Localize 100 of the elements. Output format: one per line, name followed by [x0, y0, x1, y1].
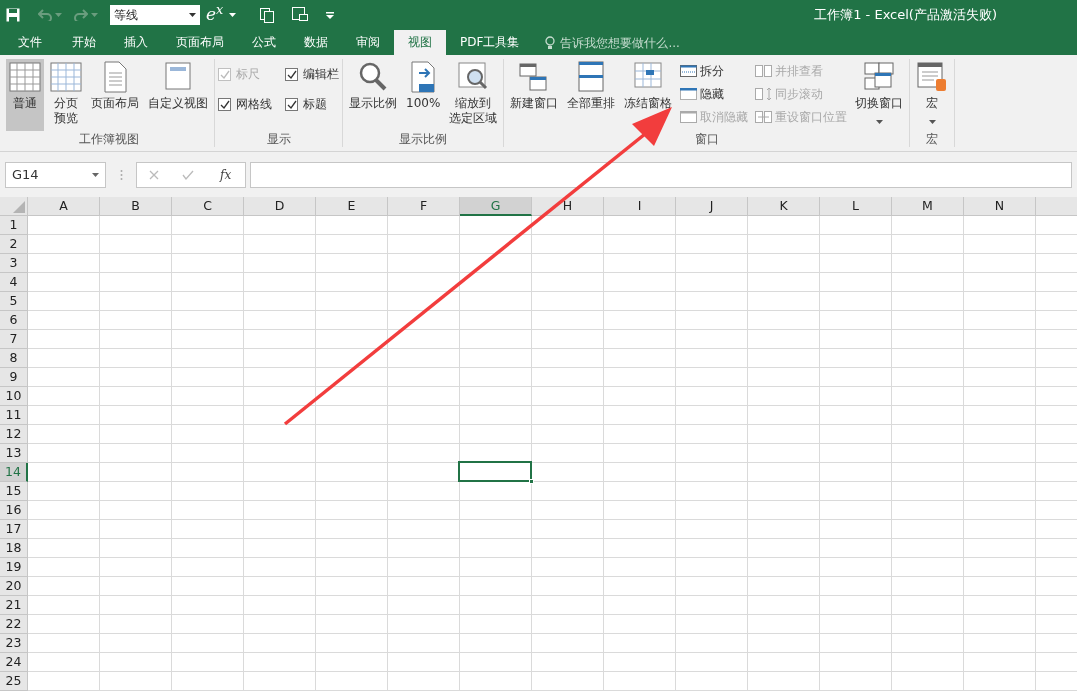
row-header[interactable]: 25 [0, 672, 28, 691]
row-header[interactable]: 8 [0, 349, 28, 368]
column-header[interactable]: M [892, 197, 964, 216]
group-label: 显示 [265, 131, 292, 147]
row-header[interactable]: 21 [0, 596, 28, 615]
ribbon-button[interactable]: 拆分 [678, 59, 751, 82]
customize-caret-icon[interactable] [326, 11, 335, 19]
column-header[interactable]: H [532, 197, 604, 216]
checkmark-icon [286, 99, 297, 109]
row-header[interactable]: 14 [0, 463, 28, 482]
name-box[interactable]: G14 [5, 161, 106, 188]
macro-icon [916, 61, 949, 93]
cell-grid[interactable] [28, 216, 1077, 691]
ribbon-tab[interactable]: 开始 [58, 30, 110, 55]
checkbox[interactable]: 网格线 [218, 89, 272, 119]
select-all-icon[interactable] [13, 201, 25, 213]
save-icon[interactable] [6, 8, 20, 22]
column-header[interactable]: D [244, 197, 316, 216]
row-header[interactable]: 11 [0, 406, 28, 425]
column-header[interactable]: F [388, 197, 460, 216]
row-header[interactable]: 18 [0, 539, 28, 558]
row-header[interactable]: 24 [0, 653, 28, 672]
row-header[interactable]: 4 [0, 273, 28, 292]
row-header[interactable]: 15 [0, 482, 28, 501]
formula-input[interactable] [250, 161, 1072, 188]
checkmark-icon [219, 99, 230, 109]
hide-icon [680, 87, 698, 100]
row-header[interactable]: 19 [0, 558, 28, 577]
ribbon-button[interactable]: 宏 [913, 59, 952, 131]
screen-icon[interactable] [292, 7, 309, 23]
column-header[interactable]: J [676, 197, 748, 216]
ribbon-tab[interactable]: PDF工具集 [446, 30, 534, 55]
row-header[interactable]: 2 [0, 235, 28, 254]
ribbon-button[interactable]: 分页 预览 [47, 59, 85, 131]
column-header[interactable]: G [460, 197, 532, 216]
row-header[interactable]: 20 [0, 577, 28, 596]
ribbon-button[interactable]: 自定义视图 [145, 59, 211, 131]
row-header[interactable]: 13 [0, 444, 28, 463]
row-header[interactable]: 9 [0, 368, 28, 387]
row-header[interactable]: 3 [0, 254, 28, 273]
ribbon-tab[interactable]: 审阅 [342, 30, 394, 55]
row-header[interactable]: 22 [0, 615, 28, 634]
lightbulb-icon [545, 35, 556, 50]
column-header[interactable]: E [316, 197, 388, 216]
fill-handle[interactable] [529, 479, 534, 484]
selected-cell[interactable] [458, 461, 532, 482]
caret-icon [55, 13, 62, 17]
row-header[interactable]: 10 [0, 387, 28, 406]
ribbon-button[interactable]: 普通 [6, 59, 44, 131]
row-header[interactable]: 17 [0, 520, 28, 539]
ribbon-button[interactable]: 隐藏 [678, 82, 751, 105]
row-header[interactable]: 23 [0, 634, 28, 653]
checkmark-icon [219, 69, 230, 79]
ribbon-button[interactable]: 100% [403, 59, 444, 131]
ribbon-tab[interactable]: 插入 [110, 30, 162, 55]
magnifier-icon [357, 61, 389, 93]
ribbon-tab[interactable]: 公式 [238, 30, 290, 55]
row-header[interactable]: 12 [0, 425, 28, 444]
group-label: 工作簿视图 [77, 131, 140, 147]
ribbon-button[interactable]: 切换窗口 [852, 59, 907, 131]
custom-view-icon [162, 61, 194, 93]
row-header[interactable]: 5 [0, 292, 28, 311]
ribbon-button[interactable]: 显示比例 [346, 59, 400, 131]
column-header[interactable]: A [28, 197, 100, 216]
ribbon-tab[interactable]: 文件 [2, 30, 58, 55]
unhide-icon [680, 110, 698, 123]
grip-icon [119, 168, 123, 181]
ribbon-button[interactable]: 缩放到 选定区域 [446, 59, 501, 131]
caret-icon [189, 13, 196, 17]
checkbox[interactable]: 标题 [285, 89, 339, 119]
caret-icon [92, 172, 99, 177]
row-header[interactable]: 6 [0, 311, 28, 330]
ribbon-button[interactable]: 全部重排 [564, 59, 619, 131]
copy-icon[interactable] [260, 7, 275, 23]
ribbon-button[interactable]: 新建窗口 [507, 59, 562, 131]
row-header[interactable]: 16 [0, 501, 28, 520]
group-label: 窗口 [693, 131, 720, 147]
column-header[interactable]: I [604, 197, 676, 216]
column-header[interactable]: L [820, 197, 892, 216]
column-header[interactable]: B [100, 197, 172, 216]
column-header[interactable]: C [172, 197, 244, 216]
ribbon-tab[interactable]: 视图 [394, 30, 446, 55]
group-label: 宏 [925, 131, 940, 147]
enter-icon[interactable] [182, 169, 195, 180]
ribbon-tab[interactable]: 数据 [290, 30, 342, 55]
ribbon-tab[interactable]: 页面布局 [162, 30, 238, 55]
row-header[interactable]: 7 [0, 330, 28, 349]
sync-scroll-icon [755, 87, 773, 100]
row-header[interactable]: 1 [0, 216, 28, 235]
insert-function-button[interactable]: fx [218, 165, 234, 184]
font-box[interactable]: 等线 [110, 5, 200, 25]
side-by-side-icon [755, 64, 773, 77]
column-header[interactable]: K [748, 197, 820, 216]
equation-button[interactable]: e$^{x}$ [206, 2, 224, 28]
caret-icon [91, 13, 98, 17]
tell-me-field[interactable]: 告诉我您想要做什么... [558, 32, 739, 53]
checkbox[interactable]: 编辑栏 [285, 59, 339, 89]
cancel-icon[interactable] [148, 169, 159, 180]
column-header[interactable]: N [964, 197, 1036, 216]
ribbon-button[interactable]: 页面布局 [88, 59, 142, 131]
